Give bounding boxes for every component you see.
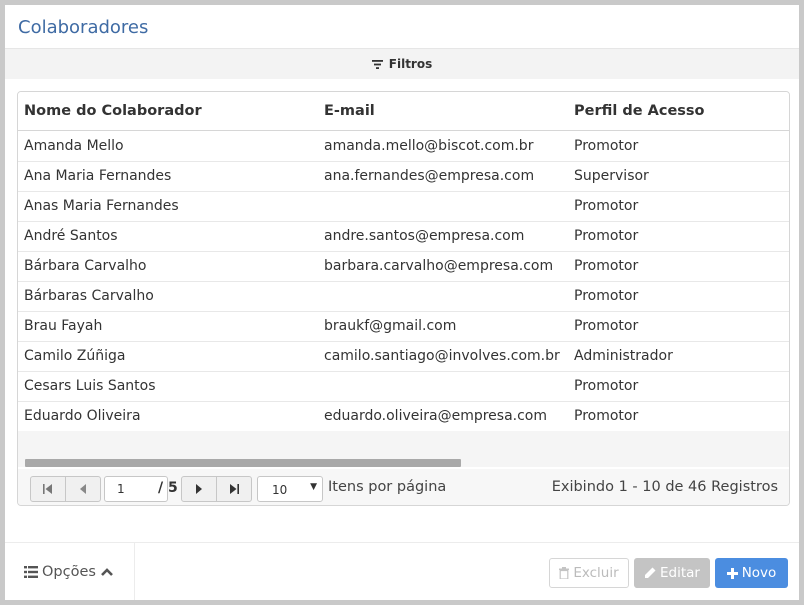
footer-bar: Opções Excluir Editar Novo [5, 542, 799, 600]
cell-profile: Promotor [574, 378, 639, 394]
list-icon [24, 566, 38, 578]
page-size-value: 10 [272, 483, 288, 497]
table-row[interactable]: Bárbaras Carvalho Promotor [18, 281, 789, 312]
chevron-up-icon [101, 568, 113, 576]
table-row[interactable]: Brau Fayah braukf@gmail.com Promotor [18, 311, 789, 342]
next-page-button[interactable] [182, 477, 216, 501]
table-row[interactable]: Bárbara Carvalho barbara.carvalho@empres… [18, 251, 789, 282]
cell-name: Bárbaras Carvalho [24, 288, 154, 304]
cell-profile: Promotor [574, 258, 639, 274]
page-size-select[interactable]: 10 ▼ [257, 476, 323, 502]
cell-email: eduardo.oliveira@empresa.com [324, 408, 548, 424]
cell-profile: Promotor [574, 408, 639, 424]
cell-name: Camilo Zúñiga [24, 348, 126, 364]
page-title: Colaboradores [18, 17, 149, 38]
grid-header: Nome do Colaborador E-mail Perfil de Ace… [18, 92, 789, 131]
options-label: Opções [42, 564, 96, 580]
pager: / 5 10 ▼ Itens por página [18, 469, 789, 505]
table-row[interactable]: Cesars Luis Santos Promotor [18, 371, 789, 402]
last-page-icon [230, 484, 239, 494]
cell-email: camilo.santiago@involves.com.br [324, 348, 560, 364]
cell-email: amanda.mello@biscot.com.br [324, 138, 534, 154]
table-row[interactable]: Camilo Zúñiga camilo.santiago@involves.c… [18, 341, 789, 372]
filter-label: Filtros [388, 57, 433, 71]
cell-profile: Promotor [574, 138, 639, 154]
cell-name: Eduardo Oliveira [24, 408, 141, 424]
items-per-page-label: Itens por página [328, 479, 447, 495]
filter-icon [371, 59, 383, 69]
trash-icon [559, 567, 570, 579]
prev-page-button[interactable] [65, 477, 100, 501]
cell-email: andre.santos@empresa.com [324, 228, 525, 244]
cell-name: Brau Fayah [24, 318, 103, 334]
edit-label: Editar [660, 565, 700, 581]
column-header-profile[interactable]: Perfil de Acesso [574, 103, 705, 119]
first-page-button[interactable] [31, 477, 65, 501]
delete-label: Excluir [573, 565, 619, 581]
table-row[interactable]: Amanda Mello amanda.mello@biscot.com.br … [18, 131, 789, 162]
table-row[interactable]: Ana Maria Fernandes ana.fernandes@empres… [18, 161, 789, 192]
main-window: Colaboradores Filtros Nome do Colaborado… [5, 5, 799, 600]
column-header-email[interactable]: E-mail [324, 103, 375, 119]
delete-button[interactable]: Excluir [549, 558, 629, 588]
new-button[interactable]: Novo [715, 558, 788, 588]
options-menu[interactable]: Opções [5, 543, 135, 600]
cell-name: Cesars Luis Santos [24, 378, 156, 394]
cell-name: Ana Maria Fernandes [24, 168, 172, 184]
cell-email: ana.fernandes@empresa.com [324, 168, 535, 184]
cell-name: Amanda Mello [24, 138, 124, 154]
filter-toggle[interactable]: Filtros [5, 48, 799, 79]
new-label: Novo [741, 565, 777, 581]
plus-icon [726, 567, 738, 579]
cell-email: barbara.carvalho@empresa.com [324, 258, 554, 274]
cell-profile: Promotor [574, 198, 639, 214]
cell-email: braukf@gmail.com [324, 318, 457, 334]
edit-button[interactable]: Editar [634, 558, 710, 588]
cell-name: André Santos [24, 228, 118, 244]
records-info: Exibindo 1 - 10 de 46 Registros [551, 479, 778, 495]
cell-name: Anas Maria Fernandes [24, 198, 179, 214]
cell-profile: Supervisor [574, 168, 649, 184]
table-row[interactable]: Eduardo Oliveira eduardo.oliveira@empres… [18, 401, 789, 431]
last-page-button[interactable] [216, 477, 251, 501]
table-row[interactable]: André Santos andre.santos@empresa.com Pr… [18, 221, 789, 252]
prev-page-icon [80, 484, 86, 494]
collaborators-grid: Nome do Colaborador E-mail Perfil de Ace… [17, 91, 790, 506]
caret-down-icon: ▼ [310, 482, 317, 492]
cell-profile: Promotor [574, 318, 639, 334]
column-header-name[interactable]: Nome do Colaborador [24, 103, 202, 119]
pencil-icon [645, 567, 656, 578]
cell-profile: Administrador [574, 348, 673, 364]
pager-first-prev [30, 476, 101, 502]
cell-name: Bárbara Carvalho [24, 258, 147, 274]
next-page-icon [196, 484, 202, 494]
first-page-icon [43, 484, 52, 494]
pager-next-last [181, 476, 252, 502]
horizontal-scrollbar[interactable] [25, 459, 461, 467]
cell-profile: Promotor [574, 228, 639, 244]
table-row[interactable]: Anas Maria Fernandes Promotor [18, 191, 789, 222]
cell-profile: Promotor [574, 288, 639, 304]
total-pages: / 5 [158, 480, 178, 496]
title-bar: Colaboradores [5, 5, 799, 48]
